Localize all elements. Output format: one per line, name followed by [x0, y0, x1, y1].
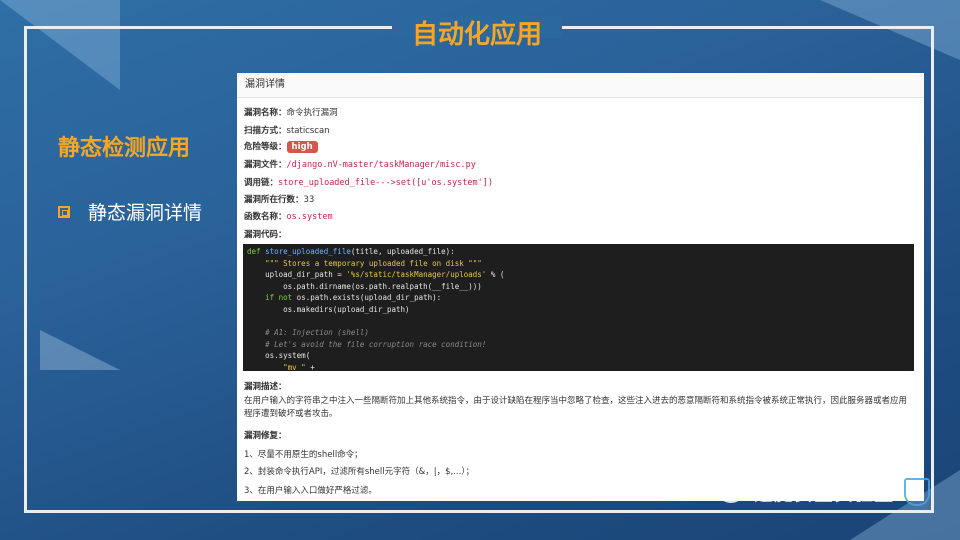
code-line: def store_uploaded_file(title, uploaded_… — [247, 247, 455, 256]
bullet-item: 静态漏洞详情 — [58, 198, 202, 225]
watermark: 逢魔安全实验室 — [718, 478, 931, 506]
field-label: 漏洞修复： — [244, 431, 287, 441]
field-label: 漏洞所在行数： — [244, 195, 304, 205]
fix-item: 1、尽量不用原生的shell命令； — [244, 450, 363, 460]
field-vuln-file: 漏洞文件：/django.nV-master/taskManager/misc.… — [244, 158, 476, 170]
code-line: """ Stores a temporary uploaded file on … — [265, 258, 482, 268]
code-line: os.makedirs(upload_dir_path) — [283, 304, 410, 314]
field-vuln-name: 漏洞名称：命令执行漏洞 — [244, 106, 338, 118]
vulnerability-description: 在用户输入的字符串之中注入一些隔断符加上其他系统指令，由于设计缺陷在程序当中忽略… — [244, 396, 908, 419]
field-label: 漏洞文件： — [244, 160, 287, 170]
fix-item: 3、在用户输入入口做好严格过滤。 — [244, 486, 377, 496]
fix-item: 2、封装命令执行API，过滤所有shell元字符（&，|，$,...）； — [244, 467, 475, 477]
code-line: "mv " + — [283, 362, 315, 372]
field-label: 扫描方式： — [244, 126, 287, 136]
wechat-icon — [718, 481, 744, 503]
field-risk-level: 危险等级： high — [244, 140, 318, 153]
code-line: if not os.path.exists(upload_dir_path): — [265, 293, 442, 303]
code-line: # Let's avoid the file corruption race c… — [265, 339, 487, 349]
field-label: 漏洞描述： — [244, 382, 287, 392]
code-line: # A1: Injection (shell) — [265, 328, 369, 338]
panel-header: 漏洞详情 — [237, 73, 924, 98]
risk-badge: high — [286, 141, 318, 153]
field-value: store_uploaded_file--->set([u'os.system'… — [278, 178, 493, 188]
code-line: upload_dir_path = '%s/static/taskManager… — [265, 270, 505, 280]
field-fix-label: 漏洞修复： — [244, 429, 287, 441]
vulnerability-detail-panel: 漏洞详情 漏洞名称：命令执行漏洞 扫描方式：staticscan 危险等级： hi… — [237, 73, 924, 501]
field-description-label: 漏洞描述： — [244, 380, 287, 392]
square-bullet-icon — [58, 205, 70, 218]
code-block: def store_uploaded_file(title, uploaded_… — [243, 244, 914, 372]
field-value: 命令执行漏洞 — [286, 108, 338, 118]
field-value: os.system — [286, 212, 333, 222]
field-value: staticscan — [286, 126, 330, 136]
field-line-number: 漏洞所在行数：33 — [244, 193, 314, 205]
field-scan-type: 扫描方式：staticscan — [244, 124, 330, 136]
field-function-name: 函数名称：os.system — [244, 210, 333, 222]
field-code-label: 漏洞代码： — [244, 228, 287, 240]
bullet-text: 静态漏洞详情 — [88, 202, 203, 224]
field-call-chain: 调用链：store_uploaded_file--->set([u'os.sys… — [244, 176, 493, 188]
section-title: 静态检测应用 — [58, 136, 191, 161]
code-line: os.system( — [265, 351, 311, 361]
field-value: 33 — [303, 195, 315, 205]
shield-logo-icon — [904, 478, 931, 506]
slide-title: 自动化应用 — [411, 20, 542, 50]
field-label: 漏洞代码： — [244, 230, 287, 240]
watermark-text: 逢魔安全实验室 — [754, 482, 895, 505]
field-label: 函数名称： — [244, 212, 287, 222]
field-value: /django.nV-master/taskManager/misc.py — [286, 160, 476, 170]
field-label: 调用链： — [244, 178, 279, 188]
code-line: os.path.dirname(os.path.realpath(__file_… — [283, 281, 482, 291]
field-label: 漏洞名称： — [244, 108, 287, 118]
field-label: 危险等级： — [244, 142, 287, 152]
